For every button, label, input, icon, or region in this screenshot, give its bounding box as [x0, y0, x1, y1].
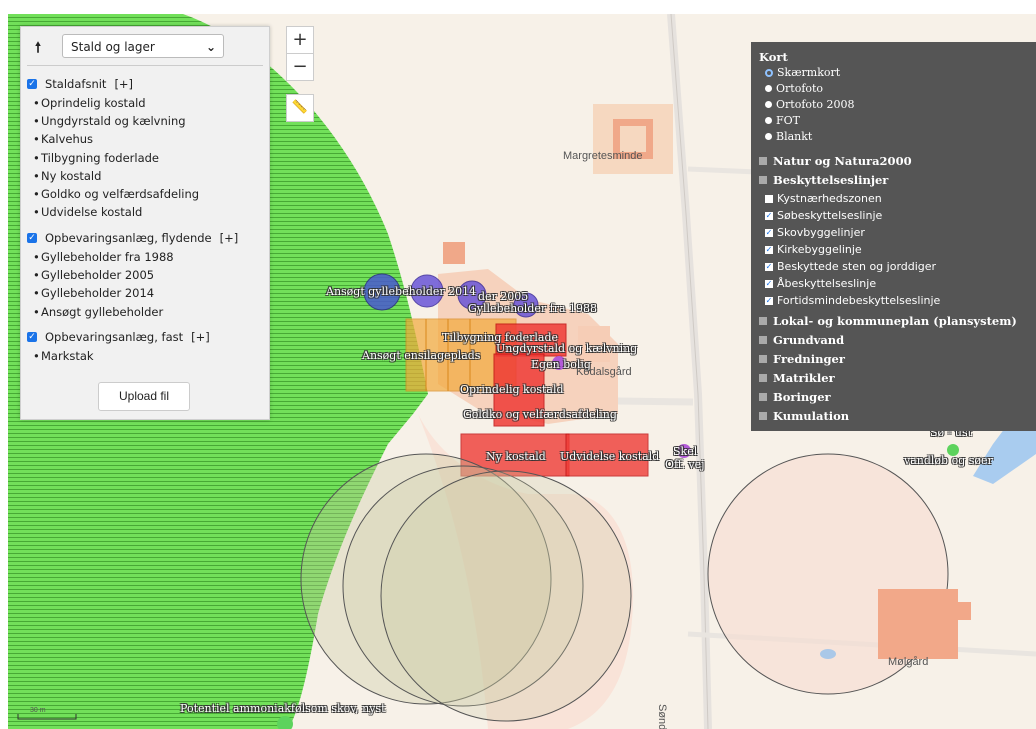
label-potentiel-skov: Potentiel ammoniakfølsom skov, nyst: [180, 702, 386, 715]
section-beskyttelseslinjer[interactable]: Beskyttelseslinjer: [759, 173, 888, 187]
list-item: Gyllebeholder 2005: [27, 266, 238, 284]
checkbox-staldafsnit[interactable]: ✓: [27, 79, 37, 89]
section-label: Lokal- og kommuneplan (plansystem): [773, 314, 1017, 328]
checkbox-kystnaerhedszonen[interactable]: Kystnærhedszonen: [765, 192, 882, 205]
checkbox-opbevaring-flydende[interactable]: ✓: [27, 233, 37, 243]
radio-ortofoto-2008[interactable]: Ortofoto 2008: [765, 98, 855, 111]
section-lokal-kommuneplan[interactable]: Lokal- og kommuneplan (plansystem): [759, 314, 1017, 328]
label-ungdyrstald: Ungdyrstald og kælvning: [496, 342, 638, 355]
label-oprindelig-kostald: Oprindelig kostald: [460, 383, 564, 396]
group-opbevaring-flydende: ✓ Opbevaringsanlæg, flydende [+] Gyllebe…: [27, 230, 238, 321]
checkbox-label: Søbeskyttelseslinje: [777, 209, 883, 222]
map-layers-panel: Kort Skærmkort Ortofoto Ortofoto 2008 FO…: [751, 42, 1036, 431]
group-staldafsnit: ✓ Staldafsnit [+] Oprindelig kostald Ung…: [27, 76, 199, 221]
list-item: Ny kostald: [27, 167, 199, 185]
road-main: [667, 14, 712, 729]
label-skel: Skel: [673, 445, 698, 458]
group-opbevaring-fast: ✓ Opbevaringsanlæg, fast [+] Markstak: [27, 329, 210, 365]
label-vandloeb: vandløb og søer: [904, 454, 993, 467]
radio-label: Ortofoto: [776, 82, 824, 95]
checkbox-label: Skovbyggelinjer: [777, 226, 865, 239]
layer-select-dropdown[interactable]: Stald og lager ⌄: [62, 34, 224, 58]
layer-panel-header: 🠕 Stald og lager ⌄: [21, 27, 269, 61]
expand-toggle[interactable]: [+]: [220, 231, 239, 245]
layer-panel: 🠕 Stald og lager ⌄ ✓ Staldafsnit [+] Opr…: [20, 26, 270, 420]
checkbox-label: Fortidsmindebeskyttelseslinje: [777, 294, 941, 307]
checkbox-beskyttede-sten[interactable]: ✓ Beskyttede sten og jorddiger: [765, 260, 936, 273]
radio-label: Ortofoto 2008: [776, 98, 855, 111]
checkbox-fortidsminde[interactable]: ✓ Fortidsmindebeskyttelseslinje: [765, 294, 940, 307]
list-item: Kalvehus: [27, 130, 199, 148]
list-item: Oprindelig kostald: [27, 94, 199, 112]
expand-toggle[interactable]: [+]: [191, 330, 210, 344]
checkbox-skovbyggelinjer[interactable]: ✓ Skovbyggelinjer: [765, 226, 865, 239]
checkbox-aabeskyttelseslinje[interactable]: ✓ Åbeskyttelseslinje: [765, 277, 876, 290]
list-item: Gyllebeholder 2014: [27, 284, 238, 302]
checkbox-label: Beskyttede sten og jorddiger: [777, 260, 937, 273]
section-natur[interactable]: Natur og Natura2000: [759, 154, 912, 168]
section-matrikler[interactable]: Matrikler: [759, 371, 835, 385]
list-item: Udvidelse kostald: [27, 203, 199, 221]
checkbox-opbevaring-fast[interactable]: ✓: [27, 332, 37, 342]
section-label: Matrikler: [773, 371, 835, 385]
label-off-vej: Off. vej: [665, 458, 705, 471]
label-gyllebeholder-1988: Gyllebeholder fra 1988: [468, 302, 598, 315]
label-goldko: Goldko og velfærdsafdeling: [463, 408, 617, 421]
place-moelgaard: Mølgård: [888, 656, 929, 668]
place-margretesminde: Margretesminde: [563, 150, 643, 162]
label-ensilageplads: Ansøgt ensilageplads: [362, 349, 481, 362]
label-ny-kostald: Ny kostald: [486, 450, 546, 463]
list-item: Goldko og velfærdsafdeling: [27, 185, 199, 203]
zoom-in-button[interactable]: +: [286, 26, 314, 54]
list-item: Gyllebeholder fra 1988: [27, 248, 238, 266]
list-item: Tilbygning foderlade: [27, 149, 199, 167]
checkbox-label: Åbeskyttelseslinje: [777, 277, 877, 290]
group-title: Opbevaringsanlæg, fast: [45, 330, 184, 344]
section-label: Boringer: [773, 390, 831, 404]
section-kumulation[interactable]: Kumulation: [759, 409, 849, 423]
buffer-circle-3: [380, 470, 632, 722]
radio-label: FOT: [776, 114, 800, 127]
layer-select-value: Stald og lager: [71, 40, 155, 54]
checkbox-soebeskyttelseslinje[interactable]: ✓ Søbeskyttelseslinje: [765, 209, 882, 222]
group-title: Staldafsnit: [45, 77, 107, 91]
section-label: Kumulation: [773, 409, 850, 423]
road-label-sondermark: Søndermark: [656, 704, 668, 729]
chevron-down-icon: ⌄: [205, 40, 216, 54]
section-label: Natur og Natura2000: [773, 154, 912, 168]
section-label: Fredninger: [773, 352, 845, 366]
scale-label: 30 m: [30, 707, 46, 714]
radio-label: Skærmkort: [777, 66, 841, 79]
section-boringer[interactable]: Boringer: [759, 390, 831, 404]
radio-fot[interactable]: FOT: [765, 114, 800, 127]
expand-toggle[interactable]: [+]: [114, 77, 133, 91]
checkbox-label: Kirkebyggelinje: [777, 243, 862, 256]
group-title: Opbevaringsanlæg, flydende: [45, 231, 212, 245]
panel-title: Kort: [759, 50, 788, 64]
upload-file-button[interactable]: Upload fil: [98, 382, 190, 411]
panel-divider: [27, 65, 263, 66]
checkbox-label: Kystnærhedszonen: [777, 192, 882, 205]
checkbox-kirkebyggelinje[interactable]: ✓ Kirkebyggelinje: [765, 243, 862, 256]
section-label: Grundvand: [773, 333, 845, 347]
place-kodalsgaard: Kodalsgård: [576, 366, 632, 378]
list-item: Markstak: [27, 347, 210, 365]
list-item: Ungdyrstald og kælvning: [27, 112, 199, 130]
radio-ortofoto[interactable]: Ortofoto: [765, 82, 823, 95]
section-grundvand[interactable]: Grundvand: [759, 333, 844, 347]
radio-skaermkort[interactable]: Skærmkort: [765, 66, 840, 79]
ruler-icon: 📏: [291, 100, 309, 115]
label-ansoegt-gyllebeholder: Ansøgt gyllebeholder 2014: [326, 285, 477, 298]
list-item: Ansøgt gyllebeholder: [27, 303, 238, 321]
zoom-out-button[interactable]: −: [286, 53, 314, 81]
section-fredninger[interactable]: Fredninger: [759, 352, 845, 366]
arrow-up-icon[interactable]: 🠕: [35, 37, 41, 61]
section-label: Beskyttelseslinjer: [773, 173, 889, 187]
radio-blankt[interactable]: Blankt: [765, 130, 812, 143]
measure-ruler-button[interactable]: 📏: [286, 94, 314, 122]
radio-label: Blankt: [776, 130, 813, 143]
label-udvidelse-kostald: Udvidelse kostald: [560, 450, 660, 463]
